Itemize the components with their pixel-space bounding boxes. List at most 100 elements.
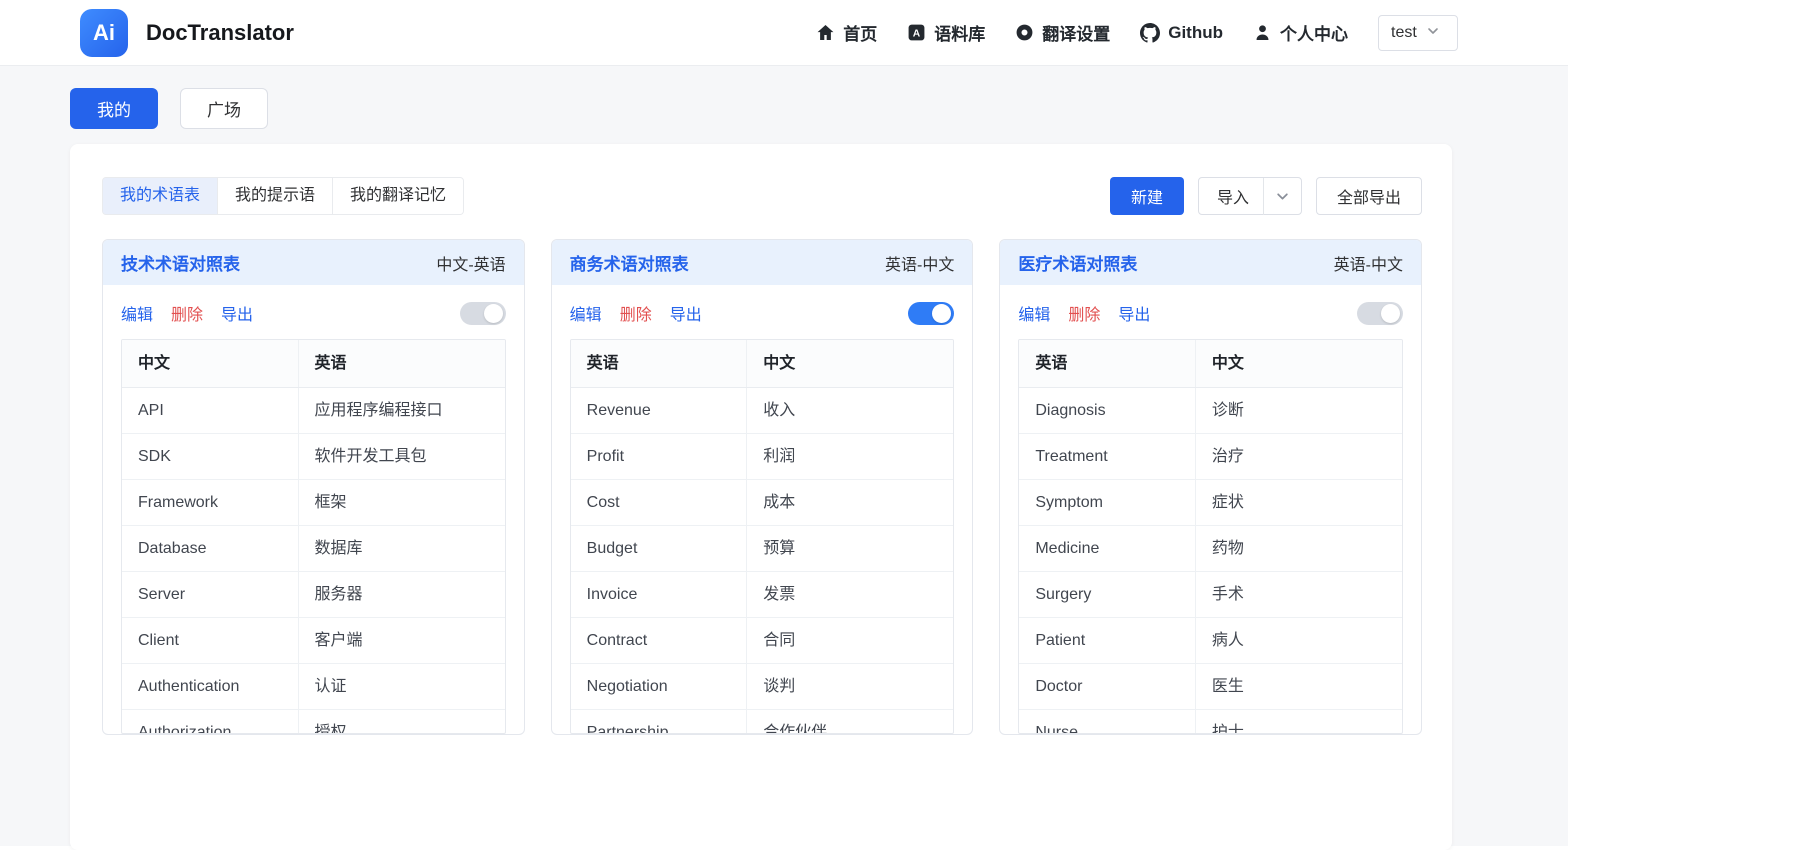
nav-item-corpus[interactable]: A 语料库 (907, 20, 985, 45)
glossary-lang-pair: 中文-英语 (436, 256, 506, 274)
main-nav: 首页 A 语料库 翻译设置 Github 个人中心 test (816, 14, 1568, 51)
term-cell: 框架 (298, 479, 505, 526)
enable-toggle[interactable] (908, 301, 955, 325)
term-cell: 授权 (298, 709, 505, 733)
term-cell: 病人 (1195, 617, 1403, 664)
user-dropdown[interactable]: test (1378, 14, 1458, 51)
nav-item-profile[interactable]: 个人中心 (1253, 20, 1348, 45)
new-button[interactable]: 新建 (1109, 177, 1184, 215)
term-row: Client 客户端 (122, 617, 505, 664)
chevron-down-icon (1427, 24, 1439, 42)
term-cell: Doctor (1019, 663, 1196, 710)
term-cell: Cost (570, 479, 748, 526)
view-tabs: 我的 广场 (70, 88, 1568, 129)
delete-link[interactable]: 删除 (171, 301, 203, 325)
term-cell: 客户端 (298, 617, 505, 664)
app-logo[interactable]: Ai (80, 8, 128, 57)
corpus-icon: A (907, 23, 926, 42)
term-cell: API (122, 387, 299, 434)
nav-item-home[interactable]: 首页 (816, 20, 877, 45)
delete-link[interactable]: 删除 (1068, 301, 1100, 325)
term-row: Revenue 收入 (570, 387, 954, 434)
tab-plaza[interactable]: 广场 (180, 88, 268, 129)
term-cell: Client (122, 617, 299, 664)
term-cell: 预算 (746, 525, 954, 572)
table-header-row: 中文 英语 (122, 340, 505, 388)
term-cell: Framework (122, 479, 299, 526)
terms-table-body: Diagnosis 诊断 Treatment 治疗 Symptom 症状 Medicine 药… (1019, 387, 1403, 733)
nav-item-translate-settings[interactable]: 翻译设置 (1015, 20, 1110, 45)
edit-link[interactable]: 编辑 (1018, 301, 1050, 325)
term-cell: Server (122, 571, 299, 618)
panel-tab-group: 我的术语表 我的提示语 我的翻译记忆 (102, 177, 465, 215)
term-row: API 应用程序编程接口 (122, 387, 505, 434)
term-row: Contract 合同 (570, 617, 954, 664)
term-cell: Surgery (1019, 571, 1196, 618)
term-row: Cost 成本 (570, 479, 954, 526)
terms-table-wrap: 英语 中文 Revenue 收入 Profit 利润 Cost 成本 Budget 预算 Inv… (569, 339, 955, 734)
top-navigation-bar: Ai DocTranslator 首页 A 语料库 翻译设置 Github 个人… (0, 0, 1568, 66)
term-cell: Authentication (122, 663, 299, 710)
term-cell: 合作伙伴 (746, 709, 954, 733)
nav-item-label: 翻译设置 (1042, 25, 1111, 44)
tab-mine[interactable]: 我的 (70, 88, 158, 129)
enable-toggle[interactable] (1357, 301, 1404, 325)
panel-header: 我的术语表 我的提示语 我的翻译记忆 新建 导入 全部导出 (102, 177, 1422, 215)
glossary-title[interactable]: 商务术语对照表 (570, 250, 689, 275)
term-cell: Patient (1019, 617, 1196, 664)
export-all-button[interactable]: 全部导出 (1315, 177, 1422, 215)
term-cell: Treatment (1019, 433, 1196, 480)
nav-item-label: 语料库 (934, 25, 986, 44)
column-header-source: 英语 (570, 340, 748, 388)
import-dropdown-toggle[interactable] (1264, 178, 1301, 214)
glossary-actions: 编辑 删除 导出 (552, 285, 973, 339)
tab-my-glossaries[interactable]: 我的术语表 (103, 178, 218, 214)
settings-icon (1015, 23, 1034, 42)
import-button-label[interactable]: 导入 (1199, 184, 1263, 208)
glossary-title[interactable]: 医疗术语对照表 (1018, 250, 1137, 275)
term-cell: 发票 (746, 571, 954, 618)
term-row: SDK 软件开发工具包 (122, 433, 505, 480)
page-content: 我的 广场 我的术语表 我的提示语 我的翻译记忆 新建 导入 全部导出 技术术语… (0, 66, 1568, 850)
term-cell: SDK (122, 433, 299, 480)
export-link[interactable]: 导出 (221, 301, 253, 325)
tab-my-prompts[interactable]: 我的提示语 (217, 178, 333, 214)
term-row: Surgery 手术 (1019, 571, 1403, 618)
user-icon (1253, 23, 1272, 42)
enable-toggle[interactable] (459, 301, 506, 325)
glossary-lang-pair: 英语-中文 (885, 256, 955, 274)
term-cell: 手术 (1195, 571, 1403, 618)
glossary-lang-pair: 英语-中文 (1333, 256, 1404, 274)
import-button[interactable]: 导入 (1197, 177, 1302, 215)
edit-link[interactable]: 编辑 (570, 301, 602, 325)
user-dropdown-value: test (1391, 23, 1417, 41)
term-cell: 合同 (746, 617, 954, 664)
glossary-card-header: 商务术语对照表 英语-中文 (551, 240, 973, 285)
nav-item-github[interactable]: Github (1140, 22, 1223, 43)
terms-table: 英语 中文 Diagnosis 诊断 Treatment 治疗 Symptom 症状 Med… (1019, 340, 1403, 733)
term-row: Server 服务器 (122, 571, 505, 618)
glossary-card: 技术术语对照表 中文-英语 编辑 删除 导出 中文 英语 API 应用程序编程接口… (102, 239, 525, 735)
glossary-actions: 编辑 删除 导出 (103, 285, 524, 339)
page: Ai DocTranslator 首页 A 语料库 翻译设置 Github 个人… (0, 0, 1568, 850)
terms-table-wrap: 英语 中文 Diagnosis 诊断 Treatment 治疗 Symptom 症状 Med… (1018, 339, 1404, 734)
term-cell: Budget (570, 525, 748, 572)
glossary-card-header: 技术术语对照表 中文-英语 (103, 240, 524, 285)
term-cell: Partnership (570, 709, 748, 733)
export-link[interactable]: 导出 (670, 301, 702, 325)
tab-my-translation-memory[interactable]: 我的翻译记忆 (332, 178, 464, 214)
glossary-title[interactable]: 技术术语对照表 (121, 250, 240, 275)
glossary-card-header: 医疗术语对照表 英语-中文 (1000, 240, 1422, 285)
term-row: Doctor 医生 (1019, 663, 1403, 710)
term-row: Patient 病人 (1019, 617, 1403, 664)
app-name: DocTranslator (146, 19, 294, 45)
table-header-row: 英语 中文 (1019, 340, 1403, 388)
export-link[interactable]: 导出 (1118, 301, 1150, 325)
edit-link[interactable]: 编辑 (121, 301, 153, 325)
term-cell: Diagnosis (1019, 387, 1196, 434)
term-row: Profit 利润 (570, 433, 954, 480)
column-header-source: 中文 (122, 340, 299, 388)
nav-item-label: 个人中心 (1280, 25, 1348, 44)
delete-link[interactable]: 删除 (620, 301, 652, 325)
term-cell: 数据库 (298, 525, 505, 572)
